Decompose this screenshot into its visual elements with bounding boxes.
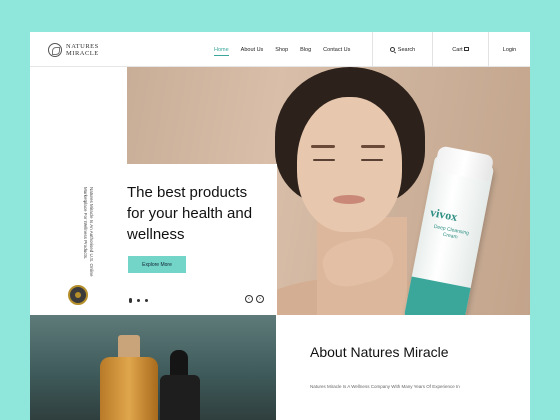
- logo-line-2: MIRACLE: [66, 50, 99, 57]
- logo[interactable]: NATURES MIRACLE: [48, 43, 99, 57]
- side-tagline: Natures Miracle Is An Authorised U.S. On…: [83, 187, 95, 277]
- login-button[interactable]: Login: [488, 32, 530, 67]
- about-text: Natures Miracle Is A Wellness Company Wi…: [310, 384, 460, 389]
- hero-title: The best products for your health and we…: [127, 184, 253, 243]
- cart-label: Cart: [452, 46, 463, 53]
- website-frame: NATURES MIRACLE Home About Us Shop Blog …: [30, 32, 530, 420]
- logo-line-1: NATURES: [66, 43, 99, 50]
- carousel-dot[interactable]: [145, 299, 148, 302]
- main-nav: Home About Us Shop Blog Contact Us: [214, 47, 362, 56]
- carousel-dot[interactable]: [129, 298, 132, 303]
- nav-home[interactable]: Home: [214, 47, 229, 56]
- carousel-dots: [129, 298, 153, 303]
- login-label: Login: [502, 46, 517, 53]
- cart-button[interactable]: Cart: [432, 32, 488, 67]
- nav-blog[interactable]: Blog: [300, 47, 311, 53]
- carousel-dot[interactable]: [137, 299, 140, 302]
- site-header: NATURES MIRACLE Home About Us Shop Blog …: [30, 32, 530, 67]
- carousel-arrows: ‹ ›: [245, 295, 267, 303]
- chevron-left-icon[interactable]: ‹: [245, 295, 253, 303]
- explore-more-button[interactable]: Explore More: [128, 256, 186, 273]
- product-brand: vivox: [429, 205, 459, 224]
- search-label: Search: [397, 46, 416, 53]
- search-button[interactable]: Search: [372, 32, 432, 67]
- nav-about-us[interactable]: About Us: [241, 47, 264, 53]
- about-title: About Natures Miracle: [310, 344, 449, 360]
- search-icon: [389, 47, 395, 52]
- shopping-bag-icon: [463, 46, 469, 51]
- certification-badge-icon: [68, 285, 88, 305]
- nav-shop[interactable]: Shop: [275, 47, 288, 53]
- leaf-logo-icon: [48, 43, 62, 57]
- chevron-right-icon[interactable]: ›: [256, 295, 264, 303]
- product-subtitle: Deep Cleansing Cream: [433, 223, 470, 241]
- nav-contact-us[interactable]: Contact Us: [323, 47, 350, 53]
- product-tube: vivox Deep Cleansing Cream: [403, 145, 495, 315]
- oil-bottles-image: [30, 315, 276, 420]
